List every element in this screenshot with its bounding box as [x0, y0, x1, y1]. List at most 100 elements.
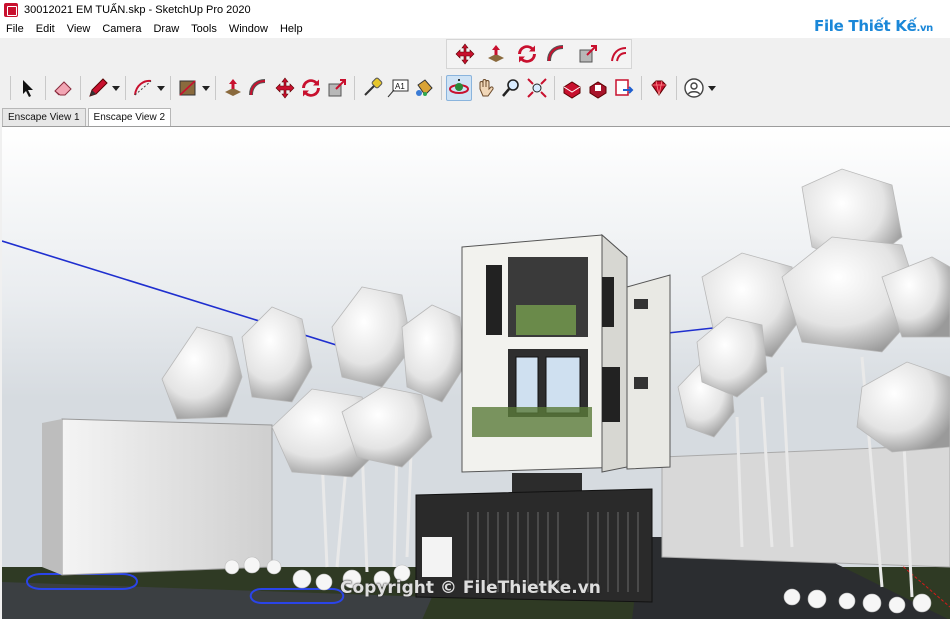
scene-render	[2, 168, 950, 619]
menu-file[interactable]: File	[0, 23, 30, 35]
toolbar-separator	[170, 76, 171, 100]
toolbar-separator	[641, 76, 642, 100]
menu-edit[interactable]: Edit	[30, 23, 61, 35]
move-icon	[275, 77, 295, 99]
tape-measure-icon	[364, 77, 383, 96]
rotate-icon	[517, 45, 536, 63]
copyright-watermark: Copyright © FileThietKe.vn	[340, 578, 601, 598]
scale-icon	[579, 45, 598, 63]
follow-me-icon	[249, 79, 266, 96]
rectangle-dropdown[interactable]	[201, 75, 211, 101]
arc-button[interactable]	[130, 75, 156, 101]
main-toolbar: A1	[0, 71, 950, 105]
offset-button[interactable]	[606, 41, 631, 67]
title-bar: 30012021 EM TUẤN.skp - SketchUp Pro 2020	[0, 0, 950, 20]
select-icon	[23, 80, 33, 97]
tab-enscape-view-1[interactable]: Enscape View 1	[2, 108, 86, 126]
ruby-console-icon	[651, 80, 667, 96]
ruby-console-button[interactable]	[646, 75, 672, 101]
house-model	[415, 233, 671, 603]
pencil-dropdown[interactable]	[111, 75, 121, 101]
toolbar-separator	[676, 76, 677, 100]
send-to-layout-button[interactable]	[611, 75, 637, 101]
rotate-button[interactable]	[514, 41, 539, 67]
tree-canopy	[401, 304, 465, 403]
tree-canopy	[241, 306, 313, 403]
rectangle-icon	[179, 80, 196, 96]
orbit-icon	[449, 79, 469, 94]
model-viewport[interactable]	[2, 126, 950, 619]
pencil-button[interactable]	[85, 75, 111, 101]
follow-me-icon	[547, 45, 564, 62]
push-pull-icon	[225, 79, 241, 96]
edit-toolbar	[446, 39, 632, 69]
account-button[interactable]	[681, 75, 707, 101]
menu-bar: File Edit View Camera Draw Tools Window …	[0, 20, 950, 38]
paint-bucket-button[interactable]	[411, 75, 437, 101]
tree-canopy	[161, 326, 243, 420]
push-pull-button[interactable]	[484, 41, 509, 67]
scale-icon	[328, 79, 346, 97]
move-icon	[455, 43, 475, 65]
scale-button[interactable]	[576, 41, 601, 67]
scene-tabs: Enscape View 1 Enscape View 2	[0, 106, 173, 126]
pan-button[interactable]	[472, 75, 498, 101]
orbit-button[interactable]	[446, 75, 472, 101]
extension-warehouse-button[interactable]	[585, 75, 611, 101]
eraser-icon	[54, 81, 72, 96]
zoom-extents-button[interactable]	[524, 75, 550, 101]
move-button[interactable]	[453, 41, 478, 67]
toolbar-separator	[215, 76, 216, 100]
boundary-wall-left	[61, 418, 273, 576]
rectangle-button[interactable]	[175, 75, 201, 101]
watermark-logo: File Thiết Kế.vn	[814, 17, 933, 35]
toolbar-separator	[45, 76, 46, 100]
menu-help[interactable]: Help	[274, 23, 309, 35]
extension-warehouse-icon	[589, 81, 607, 99]
follow-me-button[interactable]	[545, 41, 570, 67]
pencil-icon	[89, 78, 108, 97]
text-icon: A1	[387, 79, 409, 98]
sketchup-logo-icon	[4, 3, 18, 17]
push-pull-button[interactable]	[220, 75, 246, 101]
arc-dropdown[interactable]	[156, 75, 166, 101]
tree-canopy	[331, 286, 413, 388]
window-title: 30012021 EM TUẤN.skp - SketchUp Pro 2020	[24, 4, 251, 16]
zoom-button[interactable]	[498, 75, 524, 101]
menu-window[interactable]: Window	[223, 23, 274, 35]
toolbar-separator	[80, 76, 81, 100]
arc-icon	[134, 79, 152, 96]
account-icon	[684, 78, 704, 98]
menu-camera[interactable]: Camera	[96, 23, 147, 35]
account-dropdown[interactable]	[707, 75, 717, 101]
move-button[interactable]	[272, 75, 298, 101]
paint-bucket-icon	[416, 79, 433, 96]
tape-measure-button[interactable]	[359, 75, 385, 101]
svg-text:A1: A1	[395, 82, 405, 91]
toolbar-separator	[554, 76, 555, 100]
toolbar-separator	[10, 76, 11, 100]
eraser-button[interactable]	[50, 75, 76, 101]
text-button[interactable]: A1	[385, 75, 411, 101]
toolbar-separator	[441, 76, 442, 100]
tab-enscape-view-2[interactable]: Enscape View 2	[87, 108, 172, 126]
scale-button[interactable]	[324, 75, 350, 101]
menu-tools[interactable]: Tools	[185, 23, 223, 35]
push-pull-icon	[488, 45, 504, 62]
select-button[interactable]	[15, 75, 41, 101]
rotate-icon	[302, 79, 320, 97]
toolbar-separator	[125, 76, 126, 100]
blue-axis-line	[2, 240, 363, 354]
send-to-layout-icon	[615, 79, 634, 96]
menu-draw[interactable]: Draw	[147, 23, 185, 35]
pan-icon	[479, 79, 494, 97]
menu-view[interactable]: View	[61, 23, 97, 35]
rotate-button[interactable]	[298, 75, 324, 101]
offset-icon	[610, 47, 626, 62]
zoom-icon	[502, 79, 519, 97]
follow-me-button[interactable]	[246, 75, 272, 101]
zoom-extents-icon	[527, 78, 547, 98]
toolbar-separator	[354, 76, 355, 100]
warehouse-button[interactable]	[559, 75, 585, 101]
tree-canopy	[856, 361, 950, 453]
